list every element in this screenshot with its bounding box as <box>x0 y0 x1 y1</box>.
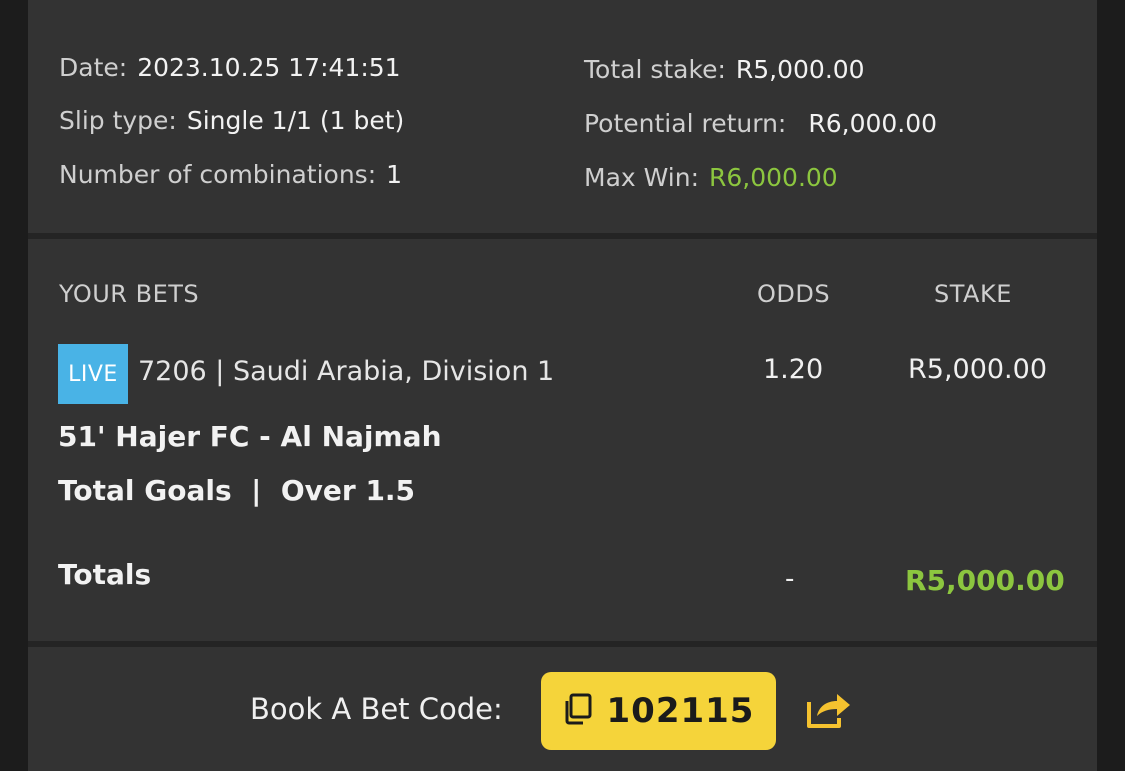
max-win-row: Max Win: R6,000.00 <box>584 163 838 192</box>
book-a-bet-code: 102115 <box>606 691 755 731</box>
copy-icon <box>563 693 593 729</box>
potential-return-label: Potential return: <box>584 109 787 138</box>
total-stake-value: R5,000.00 <box>735 55 865 84</box>
section-divider <box>28 233 1097 239</box>
potential-return-row: Potential return: R6,000.00 <box>584 109 937 138</box>
date-label: Date: <box>59 53 128 82</box>
stake-header: STAKE <box>934 280 1012 308</box>
book-a-bet-label: Book A Bet Code: <box>250 692 503 726</box>
combinations-row: Number of combinations: 1 <box>59 160 402 189</box>
event-info: 7206 | Saudi Arabia, Division 1 <box>138 356 555 387</box>
share-button[interactable] <box>805 688 853 730</box>
right-edge <box>1097 0 1125 771</box>
odds-header: ODDS <box>757 280 831 308</box>
total-stake-row: Total stake: R5,000.00 <box>584 55 865 84</box>
slip-type-row: Slip type: Single 1/1 (1 bet) <box>59 106 404 135</box>
totals-label: Totals <box>58 558 152 591</box>
slip-summary: Date: 2023.10.25 17:41:51 Slip type: Singl… <box>28 0 1097 233</box>
bet-odds: 1.20 <box>763 354 824 385</box>
match-name: 51' Hajer FC - Al Najmah <box>58 420 442 453</box>
left-edge <box>0 0 28 771</box>
market-selection: Total Goals | Over 1.5 <box>58 474 416 507</box>
max-win-value: R6,000.00 <box>709 163 838 192</box>
date-row: Date: 2023.10.25 17:41:51 <box>59 53 401 82</box>
combinations-label: Number of combinations: <box>59 160 377 189</box>
bet-slip-panel: Date: 2023.10.25 17:41:51 Slip type: Singl… <box>28 0 1097 771</box>
slip-type-label: Slip type: <box>59 106 177 135</box>
combinations-value: 1 <box>386 160 403 189</box>
slip-type-value: Single 1/1 (1 bet) <box>186 106 405 135</box>
your-bets-header: YOUR BETS <box>59 280 200 308</box>
potential-return-value: R6,000.00 <box>808 109 938 138</box>
totals-odds: - <box>785 564 795 594</box>
bet-stake: R5,000.00 <box>908 354 1047 385</box>
share-icon <box>807 694 850 728</box>
live-badge: LIVE <box>58 344 128 404</box>
total-stake-label: Total stake: <box>584 55 726 84</box>
copy-code-button[interactable]: 102115 <box>541 672 776 750</box>
section-divider-bottom <box>28 641 1097 647</box>
date-value: 2023.10.25 17:41:51 <box>137 53 401 82</box>
max-win-label: Max Win: <box>584 163 700 192</box>
totals-stake: R5,000.00 <box>905 564 1065 597</box>
